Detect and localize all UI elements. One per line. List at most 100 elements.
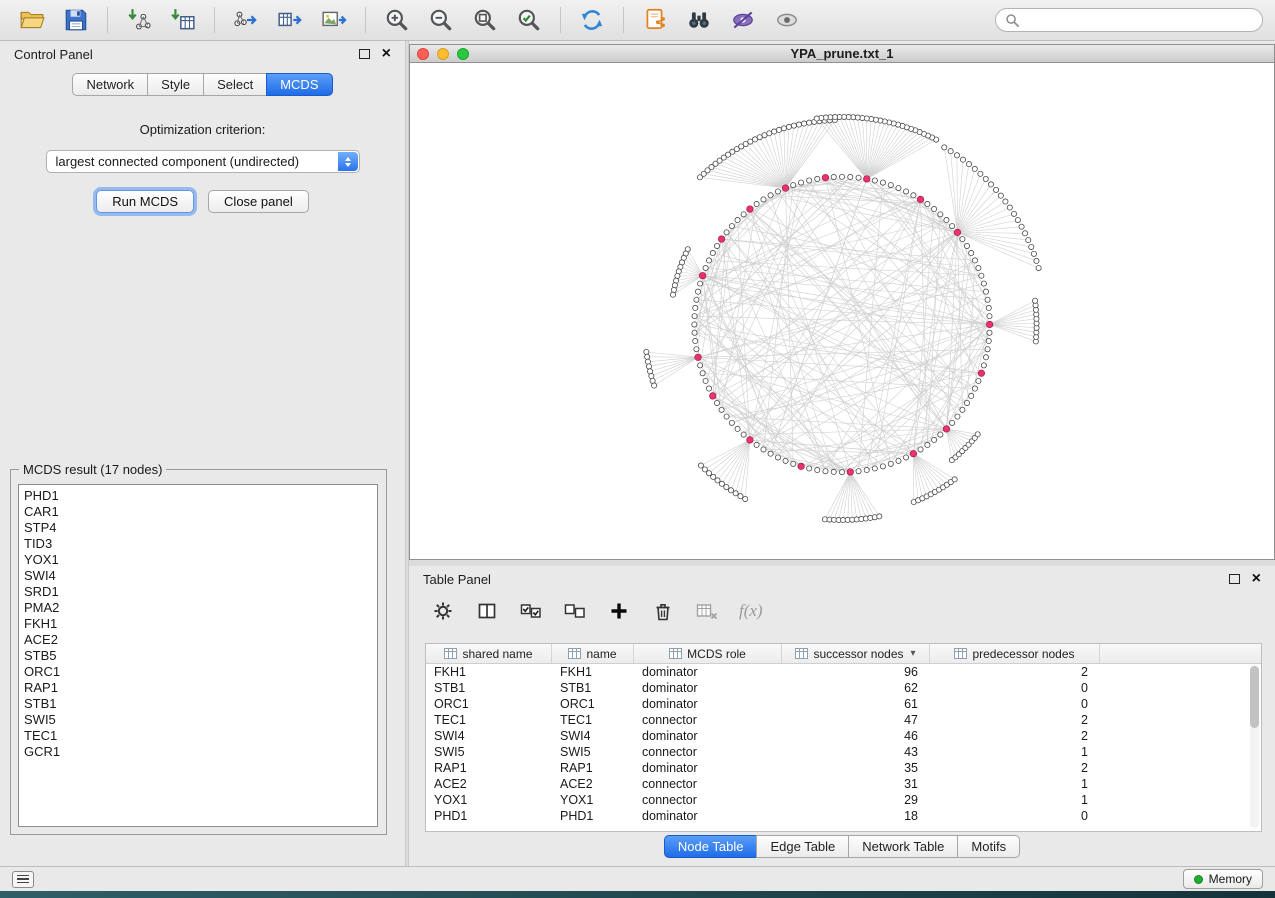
mcds-result-item[interactable]: STB5 — [24, 648, 377, 664]
tab-mcds[interactable]: MCDS — [266, 73, 332, 96]
plus-icon — [608, 600, 630, 622]
table-row[interactable]: YOX1YOX1connector291 — [426, 792, 1261, 808]
toolbar-separator — [214, 7, 215, 33]
close-panel-icon[interactable]: × — [382, 48, 391, 60]
open-folder-icon — [19, 7, 45, 33]
table-scrollbar[interactable] — [1250, 665, 1259, 828]
show-analysis-button[interactable] — [767, 4, 807, 36]
delete-column-button[interactable] — [651, 600, 675, 622]
share-document-button[interactable] — [635, 4, 675, 36]
column-header-successor-nodes[interactable]: successor nodes ▾ — [782, 644, 930, 663]
refresh-network-button[interactable] — [572, 4, 612, 36]
network-window-title: YPA_prune.txt_1 — [410, 46, 1274, 61]
application-window: Control Panel × Network Style Select MCD… — [0, 0, 1275, 898]
table-row[interactable]: FKH1FKH1dominator962 — [426, 664, 1261, 680]
table-row[interactable]: STB1STB1dominator620 — [426, 680, 1261, 696]
unselect-all-button[interactable] — [563, 600, 587, 622]
tab-select[interactable]: Select — [203, 73, 266, 96]
close-panel-icon[interactable]: × — [1252, 573, 1261, 585]
zoom-selected-button[interactable] — [509, 4, 549, 36]
tab-style[interactable]: Style — [147, 73, 203, 96]
minimize-window-icon[interactable] — [437, 48, 449, 60]
column-header-name[interactable]: name — [552, 644, 634, 663]
table-cell: dominator — [634, 665, 782, 679]
search-input[interactable] — [1026, 12, 1253, 29]
mcds-result-item[interactable]: TID3 — [24, 536, 377, 552]
select-all-button[interactable] — [519, 600, 543, 622]
memory-status-icon — [1194, 875, 1203, 884]
save-session-button[interactable] — [56, 4, 96, 36]
import-table-button[interactable] — [163, 4, 203, 36]
float-panel-icon[interactable] — [1229, 574, 1240, 584]
table-row[interactable]: RAP1RAP1dominator352 — [426, 760, 1261, 776]
mcds-result-item[interactable]: ACE2 — [24, 632, 377, 648]
export-table-button[interactable] — [270, 4, 310, 36]
show-columns-button[interactable] — [475, 600, 499, 622]
tab-motifs[interactable]: Motifs — [957, 835, 1020, 858]
run-mcds-button[interactable]: Run MCDS — [96, 190, 194, 213]
hide-analysis-button[interactable] — [723, 4, 763, 36]
close-panel-button[interactable]: Close panel — [208, 190, 309, 213]
table-row[interactable]: SWI4SWI4dominator462 — [426, 728, 1261, 744]
table-cell: ACE2 — [426, 777, 552, 791]
task-history-button[interactable] — [12, 871, 34, 888]
destroy-table-button[interactable] — [695, 600, 719, 622]
mcds-result-list[interactable]: PHD1CAR1STP4TID3YOX1SWI4SRD1PMA2FKH1ACE2… — [18, 484, 378, 827]
mcds-result-item[interactable]: PMA2 — [24, 600, 377, 616]
table-row[interactable]: SWI5SWI5connector431 — [426, 744, 1261, 760]
table-row[interactable]: TEC1TEC1connector472 — [426, 712, 1261, 728]
maximize-window-icon[interactable] — [457, 48, 469, 60]
mcds-result-item[interactable]: SWI4 — [24, 568, 377, 584]
zoom-fit-icon — [472, 7, 498, 33]
table-row[interactable]: ORC1ORC1dominator610 — [426, 696, 1261, 712]
table-cell: SWI4 — [426, 729, 552, 743]
network-canvas[interactable] — [409, 63, 1275, 560]
gear-icon — [432, 600, 454, 622]
column-header-shared-name[interactable]: shared name — [426, 644, 552, 663]
memory-button[interactable]: Memory — [1183, 869, 1263, 889]
open-session-button[interactable] — [12, 4, 52, 36]
tab-node-table[interactable]: Node Table — [664, 835, 757, 858]
network-window-titlebar[interactable]: YPA_prune.txt_1 — [409, 44, 1275, 63]
mcds-result-item[interactable]: ORC1 — [24, 664, 377, 680]
zoom-in-button[interactable] — [377, 4, 417, 36]
columns-icon — [476, 600, 498, 622]
close-window-icon[interactable] — [417, 48, 429, 60]
search-box[interactable] — [995, 8, 1263, 32]
find-button[interactable] — [679, 4, 719, 36]
scrollbar-thumb[interactable] — [1250, 666, 1259, 728]
mcds-result-item[interactable]: PHD1 — [24, 488, 377, 504]
mcds-result-item[interactable]: GCR1 — [24, 744, 377, 760]
table-cell: STB1 — [426, 681, 552, 695]
tab-network-table[interactable]: Network Table — [848, 835, 957, 858]
column-header-mcds-role[interactable]: MCDS role — [634, 644, 782, 663]
mcds-result-item[interactable]: YOX1 — [24, 552, 377, 568]
export-network-button[interactable] — [226, 4, 266, 36]
mcds-result-item[interactable]: FKH1 — [24, 616, 377, 632]
table-row[interactable]: PHD1PHD1dominator180 — [426, 808, 1261, 824]
table-row[interactable]: ACE2ACE2connector311 — [426, 776, 1261, 792]
function-builder-button[interactable]: f(x) — [739, 601, 763, 621]
zoom-fit-button[interactable] — [465, 4, 505, 36]
create-column-button[interactable] — [607, 600, 631, 622]
mcds-result-item[interactable]: STP4 — [24, 520, 377, 536]
import-network-button[interactable] — [119, 4, 159, 36]
table-cell: STB1 — [552, 681, 634, 695]
toolbar-separator — [107, 7, 108, 33]
network-graph[interactable] — [410, 63, 1274, 559]
column-header-predecessor-nodes[interactable]: predecessor nodes — [930, 644, 1100, 663]
mcds-result-item[interactable]: CAR1 — [24, 504, 377, 520]
table-settings-button[interactable] — [431, 600, 455, 622]
zoom-out-button[interactable] — [421, 4, 461, 36]
mcds-result-item[interactable]: SRD1 — [24, 584, 377, 600]
mcds-result-item[interactable]: STB1 — [24, 696, 377, 712]
mcds-result-item[interactable]: TEC1 — [24, 728, 377, 744]
optimization-criterion-select[interactable]: largest connected component (undirected) — [46, 150, 360, 173]
mcds-result-item[interactable]: SWI5 — [24, 712, 377, 728]
mcds-result-item[interactable]: RAP1 — [24, 680, 377, 696]
export-image-button[interactable] — [314, 4, 354, 36]
table-cell: YOX1 — [552, 793, 634, 807]
tab-edge-table[interactable]: Edge Table — [756, 835, 848, 858]
float-panel-icon[interactable] — [359, 49, 370, 59]
tab-network[interactable]: Network — [72, 73, 147, 96]
